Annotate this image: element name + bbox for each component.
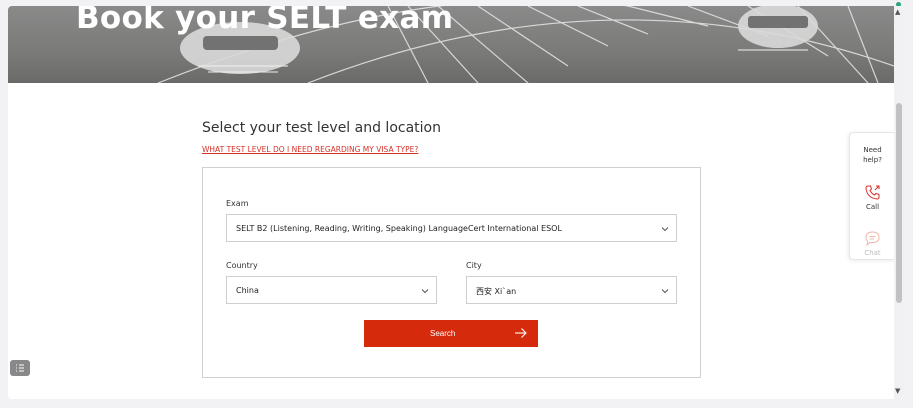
scrollbar[interactable]: ▲ ▼ — [894, 6, 904, 399]
visa-test-level-link[interactable]: WHAT TEST LEVEL DO I NEED REGARDING MY V… — [202, 145, 418, 154]
search-form: Exam SELT B2 (Listening, Reading, Writin… — [202, 167, 701, 378]
phone-icon[interactable] — [864, 184, 881, 201]
city-label: City — [466, 261, 482, 270]
call-label[interactable]: Call — [850, 203, 895, 211]
form-heading: Select your test level and location — [202, 120, 441, 136]
country-select-value: China — [236, 286, 259, 295]
chat-label[interactable]: Chat — [850, 249, 895, 257]
page-title: Book your SELT exam — [76, 6, 454, 36]
chevron-down-icon — [661, 227, 669, 232]
exam-select-value: SELT B2 (Listening, Reading, Writing, Sp… — [236, 224, 562, 233]
page: Book your SELT exam Select your test lev… — [8, 6, 904, 399]
city-select-value: 西安 Xi`an — [476, 287, 517, 296]
search-button[interactable]: Search — [364, 320, 538, 347]
chat-icon[interactable] — [864, 230, 881, 247]
help-panel: Need help? Call Chat — [849, 132, 895, 260]
chevron-down-icon — [421, 289, 429, 294]
hero-banner: Book your SELT exam — [8, 6, 894, 83]
list-icon — [16, 364, 24, 372]
city-select[interactable]: 西安 Xi`an — [466, 276, 677, 304]
list-icon-button[interactable] — [10, 360, 30, 376]
country-select[interactable]: China — [226, 276, 437, 304]
exam-label: Exam — [226, 199, 249, 208]
scroll-down-icon[interactable]: ▼ — [895, 387, 900, 395]
search-button-label: Search — [430, 329, 456, 338]
arrow-right-icon — [515, 328, 527, 338]
help-line-1: Need — [863, 146, 882, 154]
country-label: Country — [226, 261, 258, 270]
exam-select[interactable]: SELT B2 (Listening, Reading, Writing, Sp… — [226, 214, 677, 242]
help-line-2: help? — [863, 156, 882, 164]
chevron-down-icon — [661, 289, 669, 294]
scroll-up-icon[interactable]: ▲ — [895, 8, 900, 16]
scrollbar-thumb[interactable] — [896, 103, 902, 303]
